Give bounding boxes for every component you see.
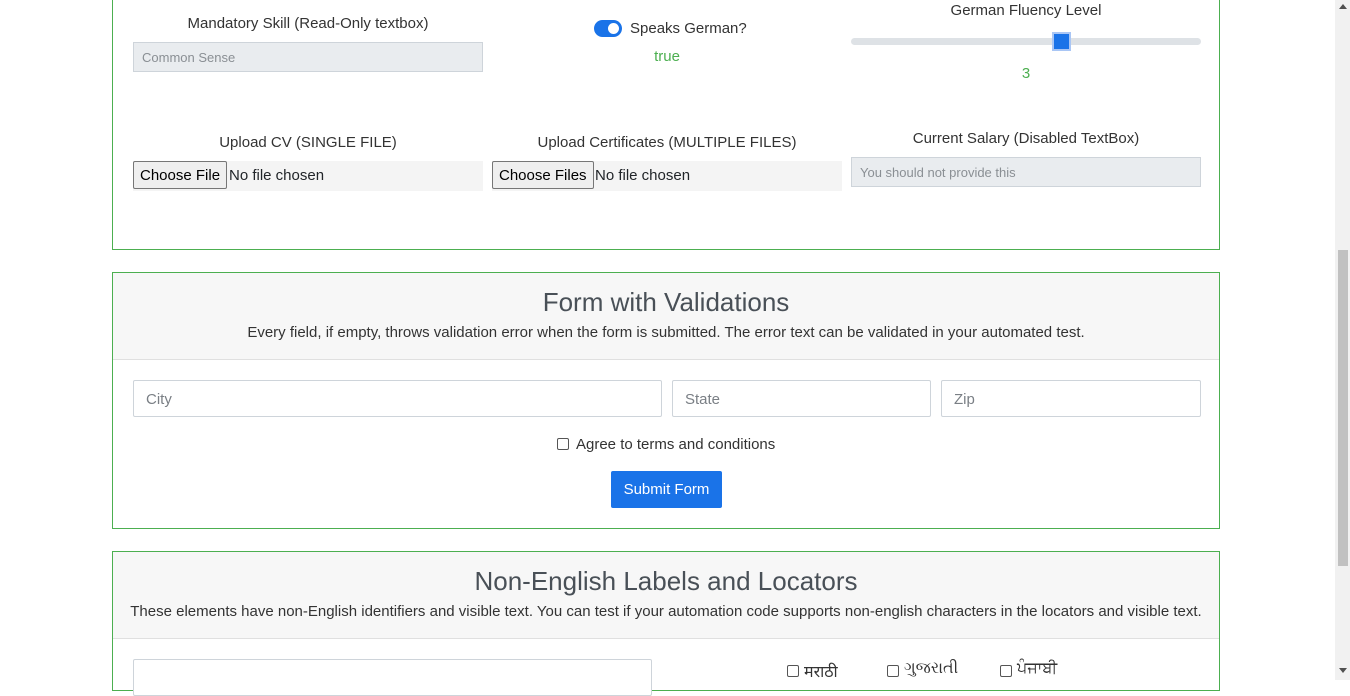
certificates-file-status: No file chosen [595, 167, 691, 184]
checkbox-marathi-label: मराठी [804, 664, 838, 681]
agree-label: Agree to terms and conditions [576, 436, 776, 453]
advanced-inputs-card: Mandatory Skill (Read-Only textbox) Comm… [112, 0, 1220, 250]
cv-file-status: No file chosen [229, 167, 325, 184]
speaks-german-toggle[interactable] [594, 20, 622, 37]
speaks-german-value: true [654, 48, 680, 65]
checkbox-gujarati[interactable] [887, 665, 899, 677]
toggle-knob [608, 23, 619, 34]
fluency-value: 3 [1021, 65, 1031, 82]
checkbox-gujarati-label: ગુજરાતી [904, 660, 959, 677]
checkbox-punjabi[interactable] [1000, 665, 1012, 677]
fluency-label: German Fluency Level [950, 2, 1102, 19]
fluency-slider-track[interactable] [851, 32, 1201, 51]
mandatory-skill-input[interactable]: Common Sense [133, 42, 483, 72]
scroll-up-arrow-icon[interactable] [1339, 4, 1347, 9]
validations-subtitle: Every field, if empty, throws validation… [247, 324, 1085, 341]
zip-input[interactable]: Zip [941, 380, 1201, 417]
checkbox-punjabi-label: ਪੰਜਾਬੀ [1017, 660, 1058, 677]
validations-title: Form with Validations [542, 287, 790, 317]
cv-label: Upload CV (SINGLE FILE) [219, 134, 397, 151]
non-english-subtitle: These elements have non-English identifi… [130, 603, 1202, 620]
state-input[interactable]: State [672, 380, 931, 417]
page-scrollbar[interactable] [1335, 0, 1350, 680]
scroll-down-arrow-icon[interactable] [1339, 668, 1347, 673]
certificates-file-input[interactable]: Choose Files No file chosen [492, 161, 842, 191]
non-english-card: Non-English Labels and Locators These el… [112, 551, 1220, 696]
non-english-text-input[interactable] [133, 659, 652, 696]
validations-card: Form with Validations Every field, if em… [112, 272, 1220, 529]
non-english-title: Non-English Labels and Locators [474, 566, 858, 596]
certificates-label: Upload Certificates (MULTIPLE FILES) [537, 134, 797, 151]
salary-input: You should not provide this [851, 157, 1201, 187]
submit-form-button[interactable]: Submit Form [611, 471, 722, 508]
certificates-choose-button[interactable]: Choose Files [492, 161, 594, 189]
non-english-header: Non-English Labels and Locators These el… [113, 552, 1219, 639]
scrollbar-thumb[interactable] [1338, 250, 1348, 566]
cv-choose-button[interactable]: Choose File [133, 161, 228, 189]
checkbox-marathi[interactable] [787, 665, 799, 677]
salary-label: Current Salary (Disabled TextBox) [912, 130, 1140, 147]
speaks-german-label: Speaks German? [630, 20, 747, 37]
cv-file-input[interactable]: Choose File No file chosen [133, 161, 483, 191]
mandatory-skill-label: Mandatory Skill (Read-Only textbox) [187, 15, 429, 32]
validations-header: Form with Validations Every field, if em… [113, 273, 1219, 360]
agree-checkbox[interactable] [557, 438, 569, 450]
city-input[interactable]: City [133, 380, 662, 417]
fluency-slider-thumb[interactable] [1052, 32, 1071, 51]
